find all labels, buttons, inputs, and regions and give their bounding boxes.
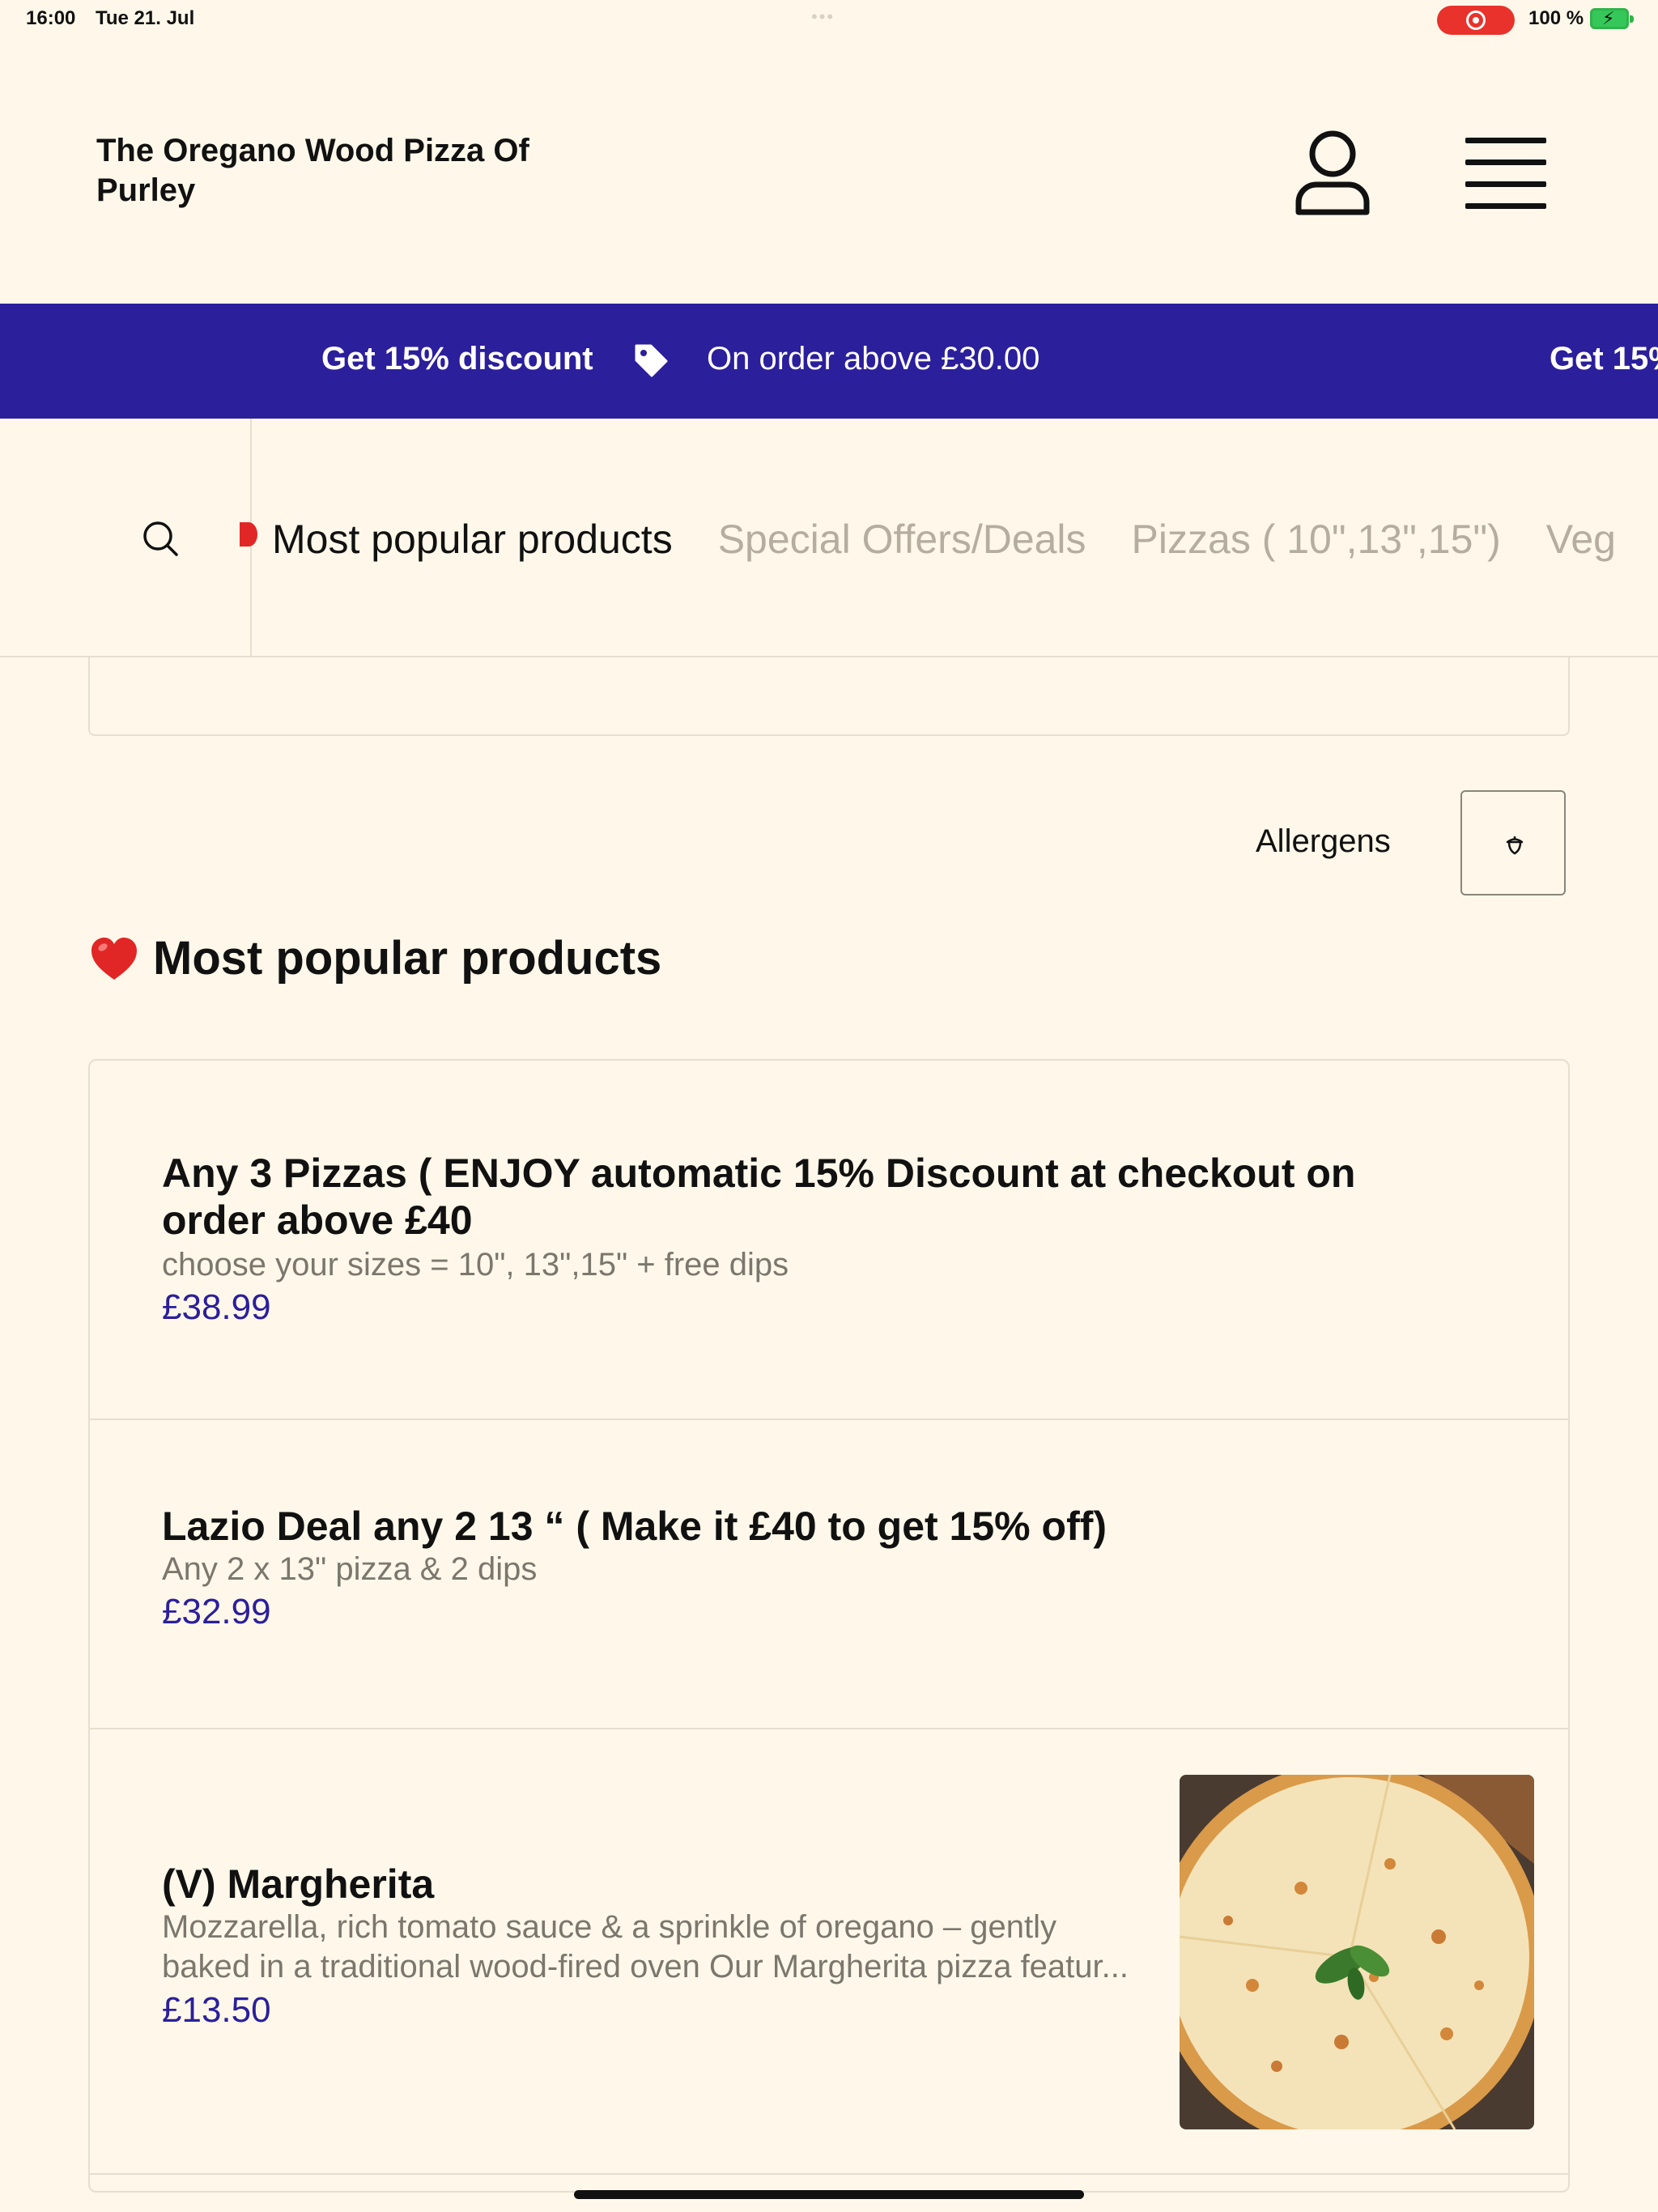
product-price: £32.99 bbox=[162, 1592, 271, 1631]
price-tag-icon bbox=[635, 344, 668, 377]
allergens-label: Allergens bbox=[1256, 823, 1391, 859]
product-description: Mozzarella, rich tomato sauce & a sprink… bbox=[162, 1909, 1129, 1984]
promo-title-repeat: Get 15% bbox=[1550, 341, 1658, 376]
product-price: £38.99 bbox=[162, 1287, 271, 1327]
multitasking-dots-icon[interactable]: ••• bbox=[811, 6, 835, 28]
heart-icon bbox=[91, 938, 137, 980]
tab-veg[interactable]: Veg bbox=[1546, 516, 1616, 563]
home-indicator[interactable] bbox=[574, 2190, 1084, 2199]
hamburger-menu-icon[interactable] bbox=[1465, 138, 1546, 211]
product-name: (V) Margherita bbox=[162, 1861, 435, 1907]
battery-icon: ⚡ bbox=[1590, 8, 1634, 29]
margherita-pizza-image bbox=[1180, 1775, 1534, 2129]
product-description: choose your sizes = 10", 13",15" + free … bbox=[162, 1247, 789, 1283]
product-name: Any 3 Pizzas ( ENJOY automatic 15% Disco… bbox=[162, 1151, 1356, 1243]
search-button[interactable] bbox=[0, 419, 252, 656]
battery-percentage: 100 % bbox=[1528, 7, 1584, 29]
status-time: 16:00 bbox=[26, 7, 76, 29]
previous-card bbox=[88, 657, 1570, 736]
allergens-button[interactable] bbox=[1460, 790, 1566, 895]
product-name: Lazio Deal any 2 13 “ ( Make it £40 to g… bbox=[162, 1504, 1107, 1549]
promo-title: Get 15% discount bbox=[321, 341, 593, 376]
tab-pizzas[interactable]: Pizzas ( 10",13",15") bbox=[1132, 516, 1501, 563]
user-icon[interactable] bbox=[1294, 128, 1371, 219]
screen-recording-icon[interactable] bbox=[1437, 6, 1515, 35]
tab-most-popular[interactable]: Most popular products bbox=[272, 516, 673, 563]
tab-special-offers[interactable]: Special Offers/Deals bbox=[718, 516, 1086, 563]
site-header: The Oregano Wood Pizza Of Purley bbox=[0, 40, 1658, 304]
section-title: Most popular products bbox=[153, 932, 662, 985]
status-bar: 16:00 Tue 21. Jul ••• 100 % ⚡ bbox=[0, 0, 1658, 40]
category-tabs: Most popular products Special Offers/Deal… bbox=[252, 516, 1658, 563]
products-list: Any 3 Pizzas ( ENJOY automatic 15% Disco… bbox=[88, 1059, 1570, 2193]
restaurant-name[interactable]: The Oregano Wood Pizza Of Purley bbox=[96, 131, 598, 211]
search-icon bbox=[143, 521, 178, 556]
product-description: Any 2 x 13" pizza & 2 dips bbox=[162, 1551, 538, 1587]
promo-subtitle: On order above £30.00 bbox=[707, 341, 1040, 376]
promo-banner: Get 15% discount On order above £30.00 G… bbox=[0, 304, 1658, 419]
acorn-icon bbox=[1506, 836, 1524, 855]
product-price: £13.50 bbox=[162, 1990, 271, 2030]
pizza-image[interactable] bbox=[1180, 1775, 1534, 2129]
product-item[interactable]: (V) Margherita Mozzarella, rich tomato s… bbox=[90, 1729, 1568, 2175]
status-date: Tue 21. Jul bbox=[96, 7, 195, 29]
product-item[interactable]: Any 3 Pizzas ( ENJOY automatic 15% Disco… bbox=[90, 1061, 1568, 1420]
product-item[interactable]: Lazio Deal any 2 13 “ ( Make it £40 to g… bbox=[90, 1420, 1568, 1729]
category-nav: Most popular products Special Offers/Deal… bbox=[0, 419, 1658, 657]
